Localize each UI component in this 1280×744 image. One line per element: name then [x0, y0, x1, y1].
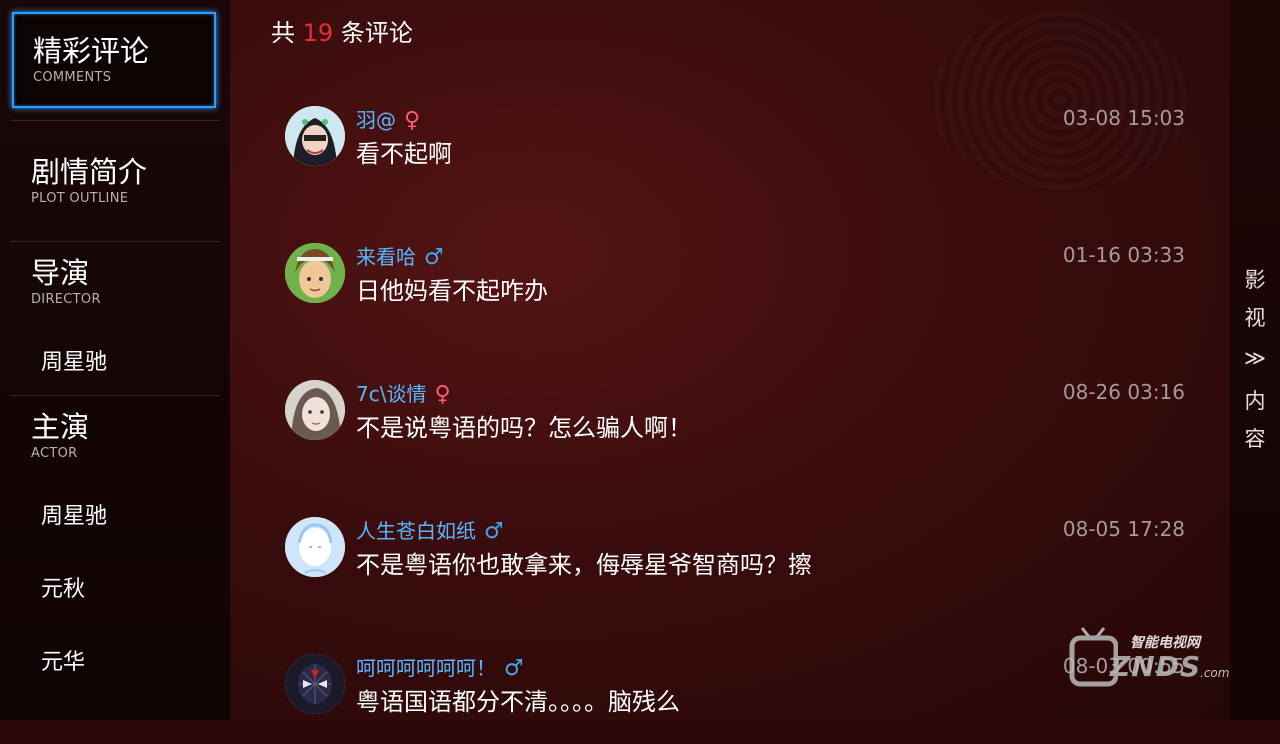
avatar: [285, 243, 345, 303]
actor-person[interactable]: 元华: [41, 644, 85, 676]
username[interactable]: 7c\谈情: [356, 382, 426, 406]
comment-item[interactable]: 呵呵呵呵呵呵！ ♂ 粤语国语都分不清。。。。脑残么 08-03 00:55: [285, 654, 1185, 744]
username[interactable]: 来看哈: [356, 245, 416, 269]
male-icon: ♂: [424, 245, 444, 270]
nav-comments-sub: COMMENTS: [33, 70, 112, 85]
tab-char: 容: [1244, 427, 1266, 451]
director-sub: DIRECTOR: [31, 292, 101, 307]
nav-plot-sub: PLOT OUTLINE: [31, 191, 129, 206]
media-content-tab[interactable]: 影 视 ≫ 内 容: [1230, 0, 1280, 720]
comment-item[interactable]: 7c\谈情 ♀ 不是说粤语的吗？怎么骗人啊！ 08-26 03:16: [285, 380, 1185, 470]
avatar: [285, 654, 345, 714]
watermark-cn: 智能电视网: [1130, 635, 1200, 651]
director-person[interactable]: 周星驰: [41, 344, 107, 376]
female-icon: ♀: [434, 382, 451, 407]
male-icon: ♂: [484, 519, 504, 544]
comment-header: 7c\谈情 ♀: [356, 378, 451, 407]
tab-char: 影: [1244, 268, 1266, 292]
comment-item[interactable]: 人生苍白如纸 ♂ 不是粤语你也敢拿来，侮辱星爷智商吗？擦 08-05 17:28: [285, 517, 1185, 607]
male-icon: ♂: [504, 656, 524, 681]
nav-plot-title: 剧情简介: [31, 155, 148, 189]
avatar-spiderman-icon: [285, 654, 345, 714]
comment-time: 03-08 15:03: [1062, 106, 1185, 130]
actor-sub: ACTOR: [31, 446, 78, 461]
avatar-anime-boy-icon: [285, 243, 345, 303]
avatar: [285, 517, 345, 577]
avatar: [285, 380, 345, 440]
comment-item[interactable]: 来看哈 ♂ 日他妈看不起咋办 01-16 03:33: [285, 243, 1185, 333]
section-actor: 主演 ACTOR: [12, 410, 216, 461]
username[interactable]: 羽@: [356, 108, 396, 132]
comment-text: 不是粤语你也敢拿来，侮辱星爷智商吗？擦: [356, 551, 812, 579]
watermark-domain: .com: [1200, 666, 1230, 680]
female-icon: ♀: [404, 108, 421, 133]
nav-comments-title: 精彩评论: [33, 34, 150, 68]
username[interactable]: 人生苍白如纸: [356, 519, 476, 543]
avatar-photo-icon: [285, 380, 345, 440]
divider: [10, 120, 220, 121]
tab-char: 内: [1244, 389, 1266, 413]
actor-title: 主演: [31, 410, 90, 444]
avatar: [285, 106, 345, 166]
avatar-sketch-icon: [285, 517, 345, 577]
nav-comments[interactable]: 精彩评论 COMMENTS: [12, 12, 216, 108]
avatar-anime-girl-icon: [285, 106, 345, 166]
count-suffix: 条评论: [340, 19, 413, 47]
count-prefix: 共: [271, 19, 295, 47]
comment-text: 不是说粤语的吗？怎么骗人啊！: [356, 414, 692, 442]
divider: [10, 241, 220, 242]
comment-item[interactable]: 羽@ ♀ 看不起啊 03-08 15:03: [285, 106, 1185, 196]
nav-plot-outline[interactable]: 剧情简介 PLOT OUTLINE: [12, 155, 216, 206]
sidebar: 精彩评论 COMMENTS 剧情简介 PLOT OUTLINE 导演 DIREC…: [0, 0, 230, 720]
actor-person[interactable]: 周星驰: [41, 498, 107, 530]
watermark-en: ZNDS: [1110, 650, 1202, 683]
comment-text: 日他妈看不起咋办: [356, 277, 548, 305]
comment-time: 01-16 03:33: [1062, 243, 1185, 267]
actor-person[interactable]: 元秋: [41, 571, 85, 603]
comment-time: 08-26 03:16: [1062, 380, 1185, 404]
double-chevron-right-icon: ≫: [1244, 346, 1266, 370]
comment-header: 人生苍白如纸 ♂: [356, 515, 504, 544]
comment-header: 羽@ ♀: [356, 104, 420, 133]
comment-time: 08-05 17:28: [1062, 517, 1185, 541]
section-director: 导演 DIRECTOR: [12, 256, 216, 307]
comment-header: 来看哈 ♂: [356, 241, 444, 270]
comment-text: 粤语国语都分不清。。。。脑残么: [356, 688, 680, 716]
divider: [10, 395, 220, 396]
count-number: 19: [302, 19, 334, 47]
comment-count: 共 19 条评论: [271, 13, 413, 48]
director-title: 导演: [31, 256, 90, 290]
username[interactable]: 呵呵呵呵呵呵！: [356, 656, 496, 680]
comment-header: 呵呵呵呵呵呵！ ♂: [356, 652, 524, 681]
comment-text: 看不起啊: [356, 140, 452, 168]
comments-panel: 共 19 条评论 羽@ ♀ 看不起啊 03-08 15:03 来看哈 ♂ 日他妈…: [230, 0, 1230, 720]
znds-watermark: 智能电视网 ZNDS .com: [1068, 622, 1238, 692]
tab-char: 视: [1244, 306, 1266, 330]
